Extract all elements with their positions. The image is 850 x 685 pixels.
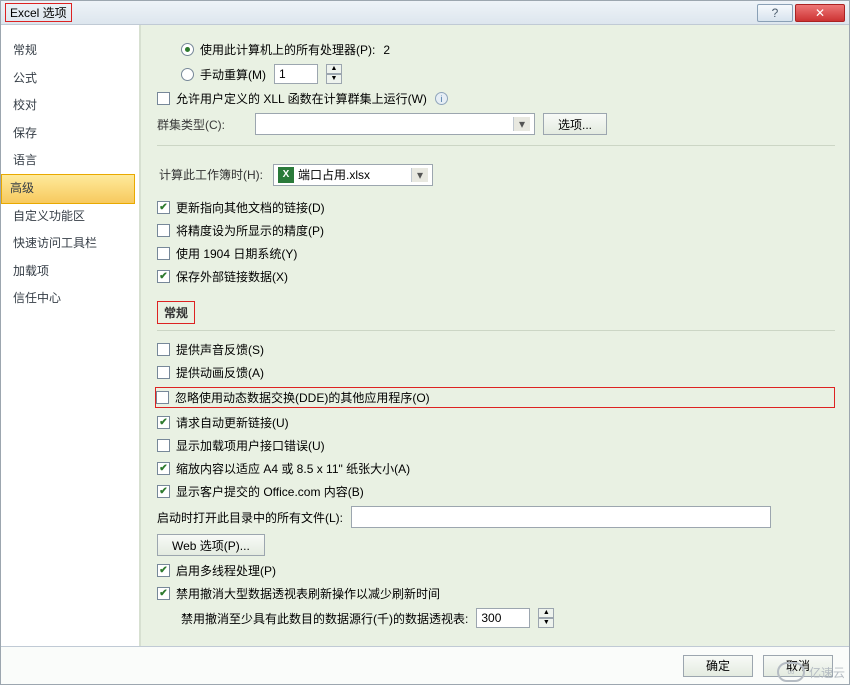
checkbox-label: 保存外部链接数据(X) [176,268,288,285]
checkbox-off-icon [157,224,170,237]
sidebar-item-customize-ribbon[interactable]: 自定义功能区 [1,203,139,231]
checkbox-1904-date-system[interactable]: 使用 1904 日期系统(Y) [157,245,297,262]
checkbox-label: 提供声音反馈(S) [176,341,264,358]
radio-off-icon [181,68,194,81]
checkbox-label: 请求自动更新链接(U) [176,414,289,431]
pivot-rows-spinner[interactable]: ▲ ▼ [538,608,554,628]
sidebar-item-advanced[interactable]: 高级 [1,174,135,204]
checkbox-label: 启用多线程处理(P) [176,562,276,579]
checkbox-off-icon [156,391,169,404]
checkbox-on-icon [157,201,170,214]
sidebar-item-proofing[interactable]: 校对 [1,92,139,120]
checkbox-label: 允许用户定义的 XLL 函数在计算群集上运行(W) [176,90,427,107]
checkbox-on-icon [157,485,170,498]
checkbox-update-links[interactable]: 更新指向其他文档的链接(D) [157,199,325,216]
titlebar: Excel 选项 ? ✕ [1,1,849,25]
cluster-options-button[interactable]: 选项... [543,113,607,135]
checkbox-disable-pivot-undo[interactable]: 禁用撤消大型数据透视表刷新操作以减少刷新时间 [157,585,440,602]
checkbox-allow-xll[interactable]: 允许用户定义的 XLL 函数在计算群集上运行(W) [157,90,427,107]
radio-manual-recalc[interactable]: 手动重算(M) [181,66,266,83]
checkbox-off-icon [157,343,170,356]
cluster-type-dropdown[interactable] [255,113,535,135]
checkbox-on-icon [157,270,170,283]
checkbox-scale-content[interactable]: 缩放内容以适应 A4 或 8.5 x 11" 纸张大小(A) [157,460,410,477]
spin-up-icon[interactable]: ▲ [538,608,554,618]
dialog-button-bar: 确定 取消 [1,646,849,684]
sidebar-item-quick-access[interactable]: 快速访问工具栏 [1,230,139,258]
checkbox-on-icon [157,564,170,577]
checkbox-auto-update-links[interactable]: 请求自动更新链接(U) [157,414,289,431]
workbook-name: 端口占用.xlsx [298,166,370,183]
spin-down-icon[interactable]: ▼ [538,618,554,628]
checkbox-off-icon [157,366,170,379]
checkbox-label: 提供动画反馈(A) [176,364,264,381]
checkbox-precision-as-displayed[interactable]: 将精度设为所显示的精度(P) [157,222,324,239]
cluster-type-label: 群集类型(C): [157,116,247,133]
startup-folder-label: 启动时打开此目录中的所有文件(L): [157,509,343,526]
dialog-title: Excel 选项 [5,3,72,22]
sidebar-item-trust-center[interactable]: 信任中心 [1,285,139,313]
sidebar-item-save[interactable]: 保存 [1,120,139,148]
category-sidebar: 常规 公式 校对 保存 语言 高级 自定义功能区 快速访问工具栏 加载项 信任中… [1,25,141,646]
spin-up-icon[interactable]: ▲ [326,64,342,74]
checkbox-on-icon [157,587,170,600]
workbook-select-dropdown[interactable]: X 端口占用.xlsx [273,164,433,186]
manual-recalc-input[interactable] [274,64,318,84]
checkbox-label: 忽略使用动态数据交换(DDE)的其他应用程序(O) [175,389,430,406]
checkbox-addin-ui-errors[interactable]: 显示加载项用户接口错误(U) [157,437,325,454]
checkbox-off-icon [157,439,170,452]
close-button[interactable]: ✕ [795,4,845,22]
watermark: ∞ 亿速云 [777,662,845,682]
options-dialog: Excel 选项 ? ✕ 常规 公式 校对 保存 语言 高级 自定义功能区 快速… [0,0,850,685]
checkbox-animation-feedback[interactable]: 提供动画反馈(A) [157,364,264,381]
advanced-options-panel[interactable]: 使用此计算机上的所有处理器(P): 2 手动重算(M) ▲ ▼ 允许用户定义 [141,25,849,646]
info-icon[interactable]: i [435,92,448,105]
checkbox-office-com-content[interactable]: 显示客户提交的 Office.com 内容(B) [157,483,364,500]
checkbox-save-external-links[interactable]: 保存外部链接数据(X) [157,268,288,285]
workbook-calc-label: 计算此工作簿时(H): [157,166,265,185]
processor-count: 2 [383,43,390,57]
checkbox-label: 显示加载项用户接口错误(U) [176,437,325,454]
spin-down-icon[interactable]: ▼ [326,74,342,84]
radio-label: 使用此计算机上的所有处理器(P): [200,41,375,58]
sidebar-item-language[interactable]: 语言 [1,147,139,175]
radio-use-all-processors[interactable]: 使用此计算机上的所有处理器(P): [181,41,375,58]
pivot-rows-input[interactable] [476,608,530,628]
sidebar-item-general[interactable]: 常规 [1,37,139,65]
checkbox-label: 使用 1904 日期系统(Y) [176,245,297,262]
checkbox-ignore-dde[interactable]: 忽略使用动态数据交换(DDE)的其他应用程序(O) [156,389,430,406]
startup-folder-input[interactable] [351,506,771,528]
web-options-button[interactable]: Web 选项(P)... [157,534,265,556]
checkbox-label: 显示客户提交的 Office.com 内容(B) [176,483,364,500]
radio-label: 手动重算(M) [200,66,266,83]
checkbox-label: 缩放内容以适应 A4 或 8.5 x 11" 纸张大小(A) [176,460,410,477]
checkbox-on-icon [157,462,170,475]
watermark-text: 亿速云 [809,664,845,681]
radio-on-icon [181,43,194,56]
checkbox-off-icon [157,92,170,105]
checkbox-sound-feedback[interactable]: 提供声音反馈(S) [157,341,264,358]
checkbox-label: 更新指向其他文档的链接(D) [176,199,325,216]
checkbox-label: 将精度设为所显示的精度(P) [176,222,324,239]
sidebar-item-formulas[interactable]: 公式 [1,65,139,93]
pivot-rows-label: 禁用撤消至少具有此数目的数据源行(千)的数据透视表: [181,610,468,627]
sidebar-item-addins[interactable]: 加载项 [1,258,139,286]
checkbox-label: 禁用撤消大型数据透视表刷新操作以减少刷新时间 [176,585,440,602]
manual-recalc-spinner[interactable]: ▲ ▼ [326,64,342,84]
checkbox-on-icon [157,416,170,429]
watermark-logo-icon: ∞ [777,662,805,682]
excel-file-icon: X [278,167,294,183]
help-button[interactable]: ? [757,4,793,22]
section-general-header: 常规 [157,301,195,324]
checkbox-off-icon [157,247,170,260]
checkbox-multithread[interactable]: 启用多线程处理(P) [157,562,276,579]
ok-button[interactable]: 确定 [683,655,753,677]
